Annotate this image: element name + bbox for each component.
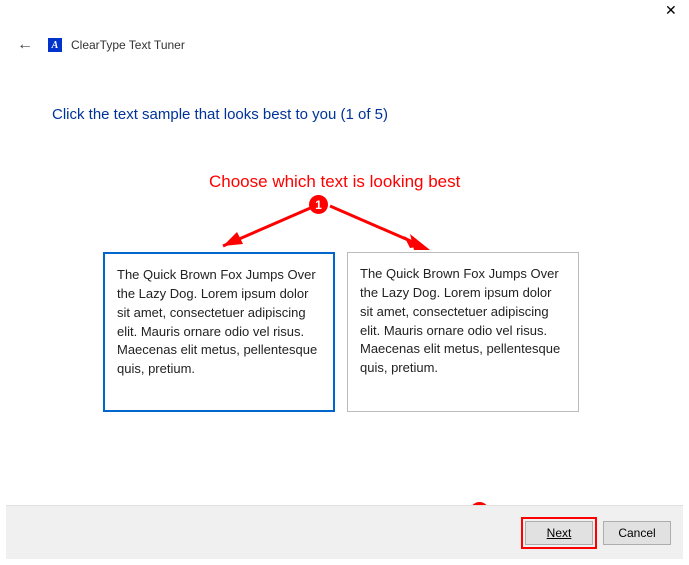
text-sample-1[interactable]: The Quick Brown Fox Jumps Over the Lazy … [103, 252, 335, 412]
next-button[interactable]: Next [525, 521, 593, 545]
window-title: ClearType Text Tuner [71, 38, 185, 52]
cancel-button[interactable]: Cancel [603, 521, 671, 545]
text-sample-2[interactable]: The Quick Brown Fox Jumps Over the Lazy … [347, 252, 579, 412]
close-icon[interactable]: ✕ [665, 4, 677, 16]
annotation-instruction: Choose which text is looking best [209, 172, 460, 192]
back-arrow-icon[interactable]: ← [17, 36, 33, 54]
nav-row: ← A ClearType Text Tuner [0, 28, 689, 58]
annotation-arrow-right-icon [322, 198, 442, 258]
sample-row: The Quick Brown Fox Jumps Over the Lazy … [103, 252, 579, 412]
annotation-marker-1: 1 [309, 195, 328, 214]
titlebar: ✕ [0, 0, 689, 28]
footer-bar: Next Cancel [6, 505, 683, 559]
app-icon: A [47, 37, 63, 53]
page-heading: Click the text sample that looks best to… [0, 58, 689, 123]
content-area: Click the text sample that looks best to… [0, 58, 689, 123]
annotation-arrow-left-icon [205, 198, 325, 258]
